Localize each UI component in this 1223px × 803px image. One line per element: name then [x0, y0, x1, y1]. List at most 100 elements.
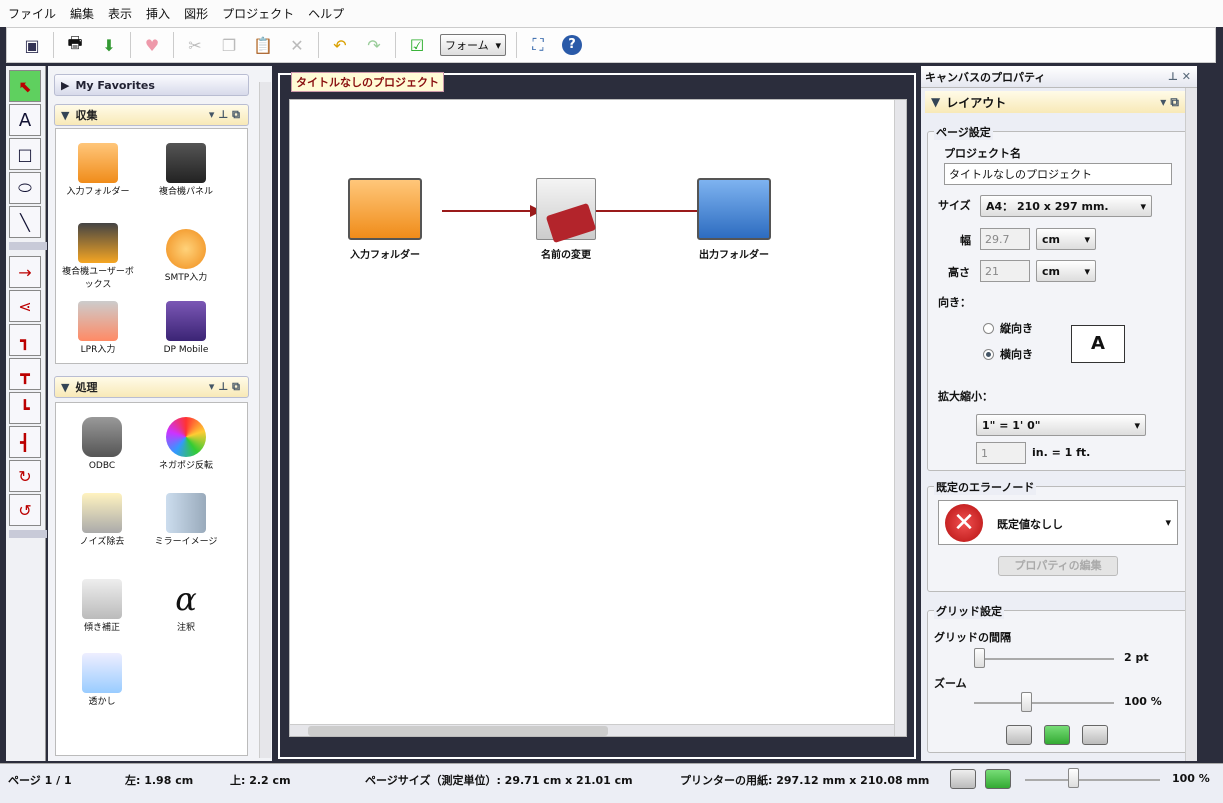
landscape-radio[interactable]: 横向き: [983, 346, 1033, 362]
library-item[interactable]: 透かし: [62, 653, 142, 709]
undo-icon[interactable]: ↶: [328, 33, 352, 57]
layout-section-header[interactable]: ▼ レイアウト ▾ ⧉: [925, 91, 1187, 113]
fit-screen-icon[interactable]: ⛶: [526, 33, 550, 57]
delete-icon[interactable]: ✕: [285, 33, 309, 57]
node-rename[interactable]: 名前の変更: [511, 178, 621, 261]
elbow-connector-icon-2[interactable]: ┳: [9, 358, 41, 390]
status-left: 左: 1.98 cm: [125, 774, 194, 787]
edit-properties-button[interactable]: プロパティの編集: [998, 556, 1118, 576]
elbow-connector-icon-4[interactable]: ┫: [9, 426, 41, 458]
menu-shape[interactable]: 図形: [184, 5, 208, 22]
branch-connector-icon[interactable]: ⋖: [9, 290, 41, 322]
menu-view[interactable]: 表示: [108, 5, 132, 22]
smtp-icon: [166, 229, 206, 269]
print-icon[interactable]: 🖶: [63, 33, 87, 57]
menu-insert[interactable]: 挿入: [146, 5, 170, 22]
line-tool-icon[interactable]: ╲: [9, 206, 41, 238]
export-icon[interactable]: ⬇: [97, 33, 121, 57]
library-item[interactable]: ミラーイメージ: [146, 493, 226, 549]
grid-origin-icon[interactable]: [1082, 725, 1108, 745]
status-zoom-slider[interactable]: [1025, 779, 1160, 781]
pin-icon[interactable]: ▾ ⊥ ⧉: [209, 108, 240, 122]
validate-icon[interactable]: ☑: [405, 33, 429, 57]
menu-edit[interactable]: 編集: [70, 5, 94, 22]
canvas-hscrollbar[interactable]: [290, 724, 894, 736]
select-tool-icon[interactable]: ⬉: [9, 70, 41, 102]
grid-interval-thumb[interactable]: [974, 648, 985, 668]
node-output-folder[interactable]: 出力フォルダー: [679, 178, 789, 261]
library-item[interactable]: 複合機パネル: [146, 143, 226, 199]
deskew-icon: [82, 579, 122, 619]
grid-interval-slider[interactable]: [974, 658, 1114, 660]
loop-connector-icon[interactable]: ↻: [9, 460, 41, 492]
scroll-thumb[interactable]: [308, 726, 608, 736]
error-node-select[interactable]: ✕ 既定値なしし ▾: [938, 500, 1178, 545]
grid-snap-icon[interactable]: [985, 769, 1011, 789]
menu-file[interactable]: ファイル: [8, 5, 56, 22]
negative-positive-icon: [166, 417, 206, 457]
status-zoom-thumb[interactable]: [1068, 768, 1079, 788]
collect-label: 収集: [75, 109, 98, 122]
library-item[interactable]: 入力フォルダー: [58, 143, 138, 199]
close-icon[interactable]: ⊥ ✕: [1168, 70, 1191, 83]
copy-icon[interactable]: ❐: [217, 33, 241, 57]
rectangle-tool-icon[interactable]: □: [9, 138, 41, 170]
menu-help[interactable]: ヘルプ: [308, 5, 344, 22]
size-select[interactable]: A4： 210 x 297 mm. ▾: [980, 195, 1152, 217]
library-item[interactable]: ODBC: [62, 417, 142, 473]
portrait-radio[interactable]: 縦向き: [983, 320, 1033, 336]
favorites-header[interactable]: ▶ My Favorites: [54, 74, 249, 96]
grid-show-icon[interactable]: [1006, 725, 1032, 745]
elbow-connector-icon-3[interactable]: ┗: [9, 392, 41, 424]
node-input-folder[interactable]: 入力フォルダー: [330, 178, 440, 261]
collect-header[interactable]: ▼ 収集 ▾ ⊥ ⧉: [54, 104, 249, 126]
properties-scrollbar[interactable]: [1185, 88, 1197, 761]
pin-icon[interactable]: ▾ ⧉: [1160, 95, 1179, 110]
paste-icon[interactable]: 📋: [251, 33, 275, 57]
project-name-field[interactable]: タイトルなしのプロジェクト: [944, 163, 1172, 185]
library-item[interactable]: 複合機ユーザーボックス: [58, 223, 138, 292]
canvas-page[interactable]: 入力フォルダー 名前の変更 出力フォルダー: [289, 99, 907, 737]
favorite-add-icon[interactable]: ♥: [140, 33, 164, 57]
tool-palette: ⬉ A □ ⬭ ╲ → ⋖ ┓ ┳ ┗ ┫ ↻ ↺: [6, 66, 47, 761]
zoom-thumb[interactable]: [1021, 692, 1032, 712]
page-settings-label: ページ設定: [934, 124, 993, 140]
pin-icon[interactable]: ▾ ⊥ ⧉: [209, 380, 240, 394]
library-item[interactable]: LPR入力: [58, 301, 138, 357]
arrow-connector-icon[interactable]: →: [9, 256, 41, 288]
folder-icon: [78, 143, 118, 183]
form-select[interactable]: フォーム ▾: [440, 34, 506, 56]
library-item[interactable]: ネガポジ反転: [146, 417, 226, 473]
elbow-connector-icon[interactable]: ┓: [9, 324, 41, 356]
grid-snap-icon[interactable]: [1044, 725, 1070, 745]
library-item[interactable]: DP Mobile: [146, 301, 226, 357]
grid-show-icon[interactable]: [950, 769, 976, 789]
menu-project[interactable]: プロジェクト: [222, 5, 294, 22]
library-item[interactable]: α 注釈: [146, 579, 226, 635]
zoom-slider[interactable]: [974, 702, 1114, 704]
height-field[interactable]: 21: [980, 260, 1030, 282]
height-label: 高さ: [948, 266, 970, 279]
width-field[interactable]: 29.7: [980, 228, 1030, 250]
watermark-icon: [82, 653, 122, 693]
library-item[interactable]: SMTP入力: [146, 229, 226, 285]
canvas-vscrollbar[interactable]: [894, 100, 906, 736]
scale-number-field[interactable]: 1: [976, 442, 1026, 464]
cut-icon[interactable]: ✂: [183, 33, 207, 57]
height-unit-value: cm: [1042, 264, 1060, 278]
document-tab[interactable]: タイトルなしのプロジェクト: [291, 72, 444, 92]
scale-select[interactable]: 1" = 1' 0" ▾: [976, 414, 1146, 436]
library-scrollbar[interactable]: [259, 82, 271, 758]
redo-icon[interactable]: ↷: [362, 33, 386, 57]
width-unit-select[interactable]: cm ▾: [1036, 228, 1096, 250]
save-icon[interactable]: ▣: [20, 33, 44, 57]
height-unit-select[interactable]: cm ▾: [1036, 260, 1096, 282]
help-icon[interactable]: ?: [560, 33, 584, 57]
process-header[interactable]: ▼ 処理 ▾ ⊥ ⧉: [54, 376, 249, 398]
ellipse-tool-icon[interactable]: ⬭: [9, 172, 41, 204]
text-tool-icon[interactable]: A: [9, 104, 41, 136]
status-page-size: ページサイズ（測定単位）: 29.71 cm x 21.01 cm: [365, 774, 633, 787]
library-item[interactable]: ノイズ除去: [62, 493, 142, 549]
loop-connector-icon-2[interactable]: ↺: [9, 494, 41, 526]
library-item[interactable]: 傾き補正: [62, 579, 142, 635]
